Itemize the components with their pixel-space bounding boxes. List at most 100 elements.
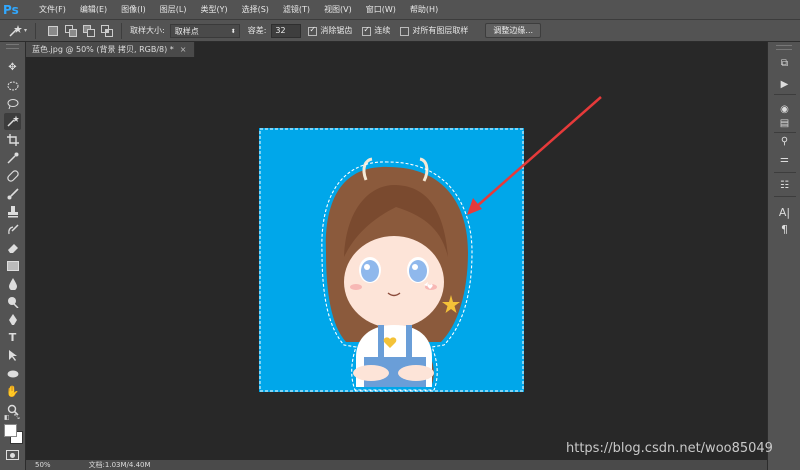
stamp-icon (7, 205, 18, 217)
sample-size-dropdown[interactable]: 取样点 ⬍ (169, 23, 240, 38)
app-logo: Ps (3, 2, 19, 17)
menu-edit[interactable]: 编辑(E) (80, 4, 107, 15)
subtract-selection-button[interactable] (81, 23, 96, 38)
properties-icon: ☷ (780, 179, 789, 191)
brush-icon (7, 187, 19, 199)
menu-help[interactable]: 帮助(H) (410, 4, 438, 15)
sample-all-layers-label: 对所有图层取样 (412, 26, 469, 35)
crop-tool[interactable] (4, 131, 21, 148)
foreground-color-swatch[interactable] (4, 424, 17, 437)
zoom-level[interactable]: 50% (35, 461, 51, 469)
adjustments-panel-button[interactable]: ⚌ (777, 152, 792, 166)
type-icon: T (8, 331, 17, 344)
magic-wand-icon (7, 115, 19, 127)
toolbox-grip[interactable] (6, 44, 19, 49)
hand-tool[interactable]: ✋ (4, 383, 21, 400)
gradient-tool[interactable] (4, 257, 21, 274)
pen-tool[interactable] (4, 311, 21, 328)
eyedropper-icon (6, 152, 18, 164)
blur-tool[interactable] (4, 275, 21, 292)
character-panel-button[interactable]: A| (777, 205, 792, 219)
marquee-tool[interactable] (4, 77, 21, 94)
history-brush-tool[interactable] (4, 221, 21, 238)
layers-icon: ◉ (780, 103, 789, 115)
options-bar: ▾ 取样大小: 取样点 ⬍ 容差: 32 消除锯齿 连续 对所有图层取样 调整边… (0, 19, 800, 42)
status-bar: 50% 文档:1.03M/4.40M (26, 460, 767, 470)
history-icon: ⧉ (780, 57, 789, 69)
add-selection-icon (64, 24, 77, 37)
swap-colors-control[interactable]: ◧ ⤡ (4, 413, 22, 422)
usb-icon: ⚲ (780, 135, 789, 147)
antialias-checkbox[interactable]: 消除锯齿 (308, 25, 352, 36)
play-icon: ▶ (780, 78, 789, 90)
contiguous-checkbox[interactable]: 连续 (362, 25, 390, 36)
menu-type[interactable]: 类型(Y) (200, 4, 227, 15)
watermark-text: https://blog.csdn.net/woo85049 (566, 441, 773, 456)
menu-filter[interactable]: 滤镜(T) (283, 4, 310, 15)
document-tab-title: 蓝色.jpg @ 50% (背景 拷贝, RGB/8) * (32, 45, 174, 54)
tolerance-input[interactable]: 32 (271, 23, 302, 38)
menu-window[interactable]: 窗口(W) (366, 4, 396, 15)
chevron-updown-icon: ⬍ (230, 27, 236, 35)
sliders-icon: ⚌ (780, 153, 789, 165)
add-selection-button[interactable] (63, 23, 78, 38)
gradient-icon (6, 260, 19, 271)
stamp-tool[interactable] (4, 203, 21, 220)
lasso-tool[interactable] (4, 95, 21, 112)
checkbox-checked-icon (308, 25, 318, 36)
paragraph-panel-button[interactable]: ¶ (777, 222, 792, 236)
eyedropper-tool[interactable] (4, 149, 21, 166)
healing-tool[interactable] (4, 167, 21, 184)
tolerance-label: 容差: (247, 26, 267, 35)
dodge-tool[interactable] (4, 293, 21, 310)
channels-panel-button[interactable]: ▤ (777, 116, 792, 130)
intersect-selection-button[interactable] (99, 23, 114, 38)
properties-panel-button[interactable]: ☷ (777, 178, 792, 192)
menu-image[interactable]: 图像(I) (121, 4, 146, 15)
magic-wand-tool[interactable] (4, 113, 21, 130)
marquee-icon (7, 81, 18, 90)
info-panel-button[interactable]: ⚲ (777, 134, 792, 148)
default-colors-icon: ◧ (4, 414, 10, 421)
crop-icon (6, 133, 19, 146)
move-tool[interactable]: ✥ (4, 59, 21, 76)
document-canvas[interactable] (26, 57, 766, 460)
menu-view[interactable]: 视图(V) (324, 4, 352, 15)
checkbox-unchecked-icon (400, 27, 410, 36)
eraser-tool[interactable] (4, 239, 21, 256)
new-selection-button[interactable] (45, 23, 60, 38)
document-info[interactable]: 文档:1.03M/4.40M (89, 460, 151, 470)
menu-layer[interactable]: 图层(L) (160, 4, 187, 15)
canvas-area[interactable] (26, 57, 766, 460)
path-select-tool[interactable] (4, 347, 21, 364)
menu-bar: Ps 文件(F) 编辑(E) 图像(I) 图层(L) 类型(Y) 选择(S) 滤… (0, 0, 800, 19)
actions-panel-button[interactable]: ▶ (777, 77, 792, 91)
dodge-icon (7, 296, 19, 308)
magic-wand-icon (9, 24, 22, 37)
close-icon[interactable]: × (180, 45, 187, 54)
hand-icon: ✋ (5, 385, 20, 398)
type-tool[interactable]: T (4, 329, 21, 346)
shape-tool[interactable] (4, 365, 21, 382)
quick-mask-icon (10, 452, 15, 458)
move-icon: ✥ (8, 62, 17, 73)
channels-icon: ▤ (779, 117, 790, 129)
history-panel-button[interactable]: ⧉ (777, 56, 792, 70)
layers-panel-button[interactable]: ◉ (777, 102, 792, 116)
blur-icon (8, 277, 17, 290)
sample-all-layers-checkbox[interactable]: 对所有图层取样 (400, 25, 468, 36)
sample-size-value: 取样点 (174, 26, 199, 36)
refine-edge-button[interactable]: 调整边缘... (485, 23, 542, 38)
checkbox-checked-icon (362, 25, 372, 36)
right-panel-dock: ⧉ ▶ ◉ ▤ ⚲ ⚌ ☷ A| ¶ (767, 42, 800, 470)
pen-icon (8, 313, 17, 325)
panel-grip[interactable] (776, 45, 792, 50)
paragraph-icon: ¶ (781, 222, 788, 236)
brush-tool[interactable] (4, 185, 21, 202)
menu-file[interactable]: 文件(F) (39, 4, 66, 15)
tool-preset-picker[interactable]: ▾ (5, 22, 29, 39)
menu-select[interactable]: 选择(S) (242, 4, 269, 15)
quick-mask-button[interactable] (6, 450, 19, 460)
document-tab[interactable]: 蓝色.jpg @ 50% (背景 拷贝, RGB/8) * × (26, 42, 196, 57)
toolbox: ✥ T ✋ ◧ ⤡ (0, 42, 26, 470)
